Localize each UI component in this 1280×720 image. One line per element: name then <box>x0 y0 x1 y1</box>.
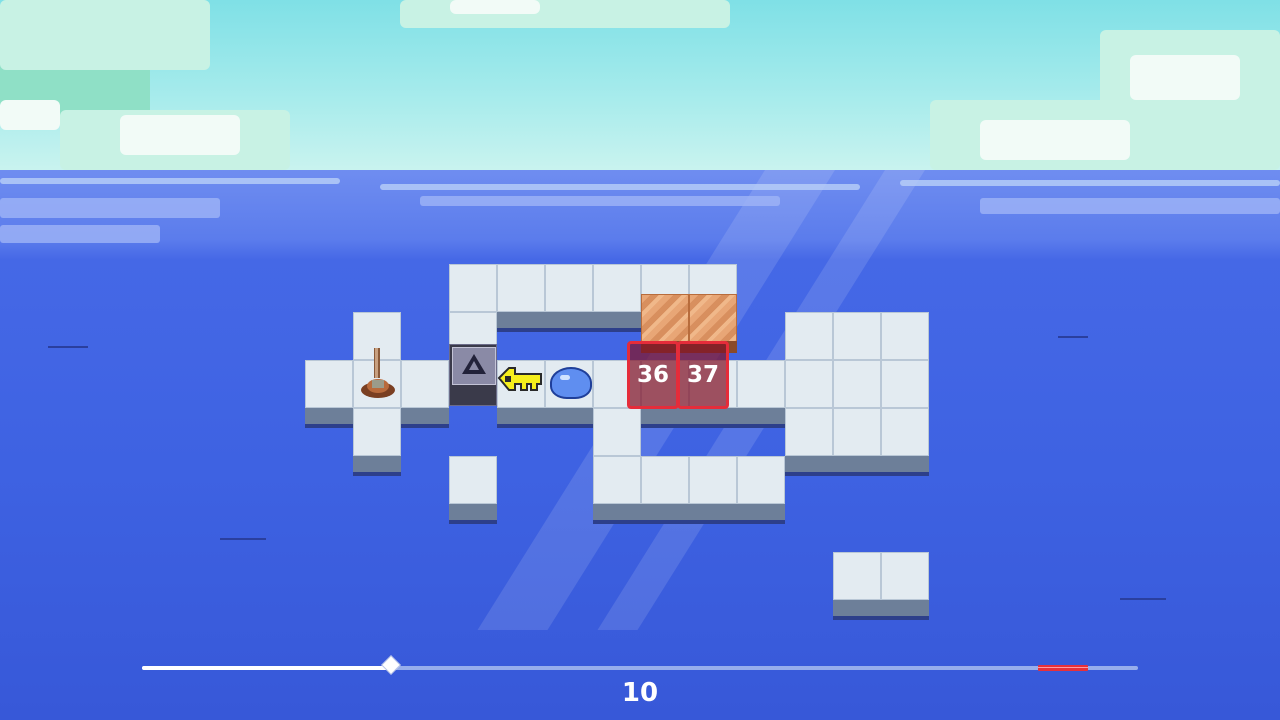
floor-tile <box>881 312 929 380</box>
floor-tile <box>497 264 545 332</box>
floor-tile <box>593 456 641 524</box>
floor-tile <box>641 456 689 524</box>
floor-tile <box>737 456 785 524</box>
floor-tile <box>593 264 641 332</box>
floor-tile <box>785 360 833 428</box>
floor-tile <box>881 408 929 476</box>
wooden-crate <box>641 294 689 353</box>
lever-icon <box>361 348 395 398</box>
key-icon <box>497 367 542 391</box>
floor-tile <box>833 312 881 380</box>
floor-tile <box>353 408 401 476</box>
floor-tile <box>545 264 593 332</box>
wooden-crate <box>689 294 737 353</box>
turn-counter: 10 <box>621 678 659 708</box>
floor-tile <box>785 408 833 476</box>
floor-tile <box>737 360 785 428</box>
floor-tile <box>881 360 929 428</box>
timeline-progress <box>142 666 391 670</box>
floor-tile <box>401 360 449 428</box>
lock-block-icon <box>449 344 497 406</box>
trap-marker <box>1038 665 1089 671</box>
floor-tile <box>785 312 833 380</box>
floor-tile <box>449 264 497 332</box>
floor-tile <box>881 552 929 620</box>
slime-icon[interactable] <box>550 367 592 399</box>
floor-tile <box>449 456 497 524</box>
turn-timeline[interactable] <box>142 655 1138 675</box>
floor-tile <box>689 456 737 524</box>
game-board: 36 37 <box>0 0 1280 720</box>
floor-tile <box>833 360 881 428</box>
trap-counter: 36 <box>627 341 679 409</box>
trap-counter: 37 <box>677 341 729 409</box>
floor-tile <box>833 552 881 620</box>
floor-tile <box>305 360 353 428</box>
floor-tile <box>833 408 881 476</box>
floor-tile <box>593 408 641 476</box>
